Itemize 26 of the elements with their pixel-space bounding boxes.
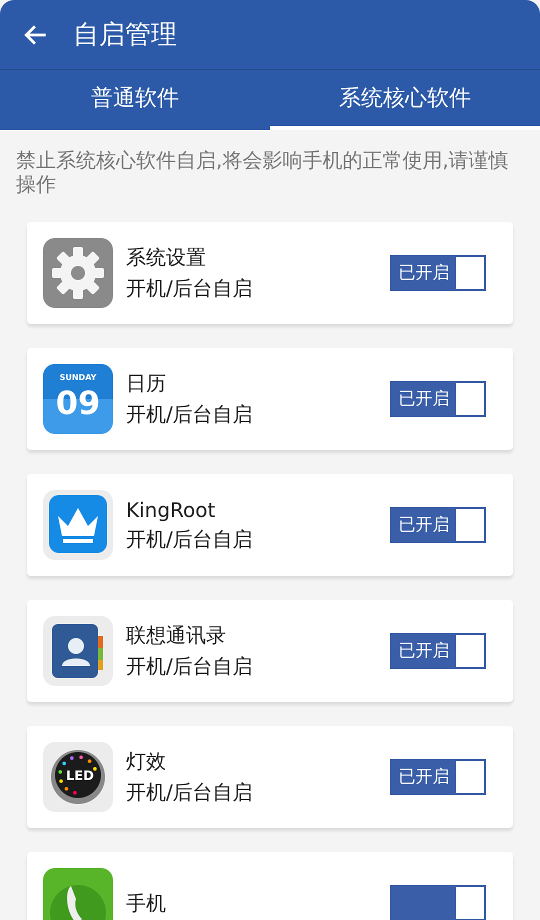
toggle-switch[interactable]: 已开启	[390, 633, 486, 669]
tab[interactable]: 普通软件	[0, 70, 270, 130]
toggle-switch[interactable]: 已开启	[390, 507, 486, 543]
toggle-switch[interactable]: 已开启	[390, 255, 486, 291]
autostart-type: 开机/后台自启	[126, 401, 254, 428]
app-name: KingRoot	[126, 498, 216, 522]
app-name: 灯效	[126, 748, 167, 775]
screen-title: 自启管理	[73, 19, 177, 52]
toggle-switch[interactable]: 已开启	[390, 759, 486, 795]
app-name: 系统设置	[126, 244, 207, 271]
app-name: 联想通讯录	[126, 622, 227, 649]
calendar-icon: SUNDAY 09	[43, 364, 113, 434]
warning-text: 禁止系统核心软件自启,将会影响手机的正常使用,请谨慎操作	[15, 147, 510, 198]
autostart-type: 开机/后台自启	[126, 653, 254, 680]
gear-icon	[43, 238, 113, 308]
tab[interactable]: 系统核心软件	[270, 70, 540, 130]
toggle-switch[interactable]	[390, 885, 486, 920]
contact-book-icon	[43, 616, 113, 686]
app-name: 手机	[126, 890, 167, 916]
crown-icon	[43, 490, 113, 560]
led-icon: LED	[43, 742, 113, 812]
autostart-type: 开机/后台自启	[126, 526, 254, 552]
toggle-switch[interactable]: 已开启	[390, 381, 486, 417]
autostart-type: 开机/后台自启	[126, 779, 254, 806]
app-name: 日历	[126, 370, 167, 397]
autostart-type: 开机/后台自启	[126, 275, 254, 302]
